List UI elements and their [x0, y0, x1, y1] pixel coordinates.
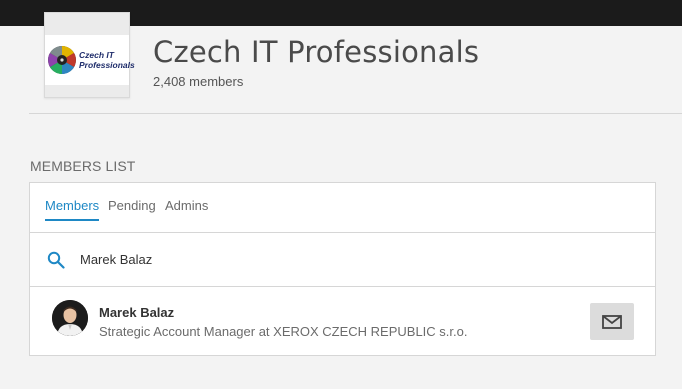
search-icon[interactable]	[47, 251, 65, 269]
tab-pending[interactable]: Pending	[108, 198, 156, 213]
logo-text-line2: Professionals	[79, 60, 135, 70]
member-name[interactable]: Marek Balaz	[99, 305, 174, 320]
logo-disc-icon	[48, 46, 76, 74]
logo-text-line1: Czech IT	[79, 50, 114, 60]
tab-admins[interactable]: Admins	[165, 198, 208, 213]
member-headline: Strategic Account Manager at XEROX CZECH…	[99, 324, 468, 339]
tab-members[interactable]: Members	[45, 198, 100, 221]
member-search-input[interactable]	[80, 249, 600, 269]
logo-text: Czech IT Professionals	[79, 50, 135, 70]
send-message-button[interactable]	[590, 303, 634, 340]
member-tabs: Members Pending Admins	[30, 183, 655, 233]
avatar[interactable]	[52, 300, 88, 336]
member-search-bar	[30, 232, 655, 287]
group-title: Czech IT Professionals	[153, 35, 480, 69]
members-list-heading: MEMBERS LIST	[30, 158, 136, 174]
member-list-item[interactable]: Marek Balaz Strategic Account Manager at…	[30, 286, 655, 356]
group-logo-image: Czech IT Professionals	[45, 35, 135, 85]
group-logo[interactable]: Czech IT Professionals	[44, 12, 135, 98]
member-count[interactable]: 2,408 members	[153, 74, 243, 89]
envelope-icon	[602, 314, 622, 329]
avatar-photo	[52, 300, 88, 336]
members-panel: Members Pending Admins Marek Balaz Strat…	[29, 182, 656, 356]
header-divider	[29, 113, 682, 114]
